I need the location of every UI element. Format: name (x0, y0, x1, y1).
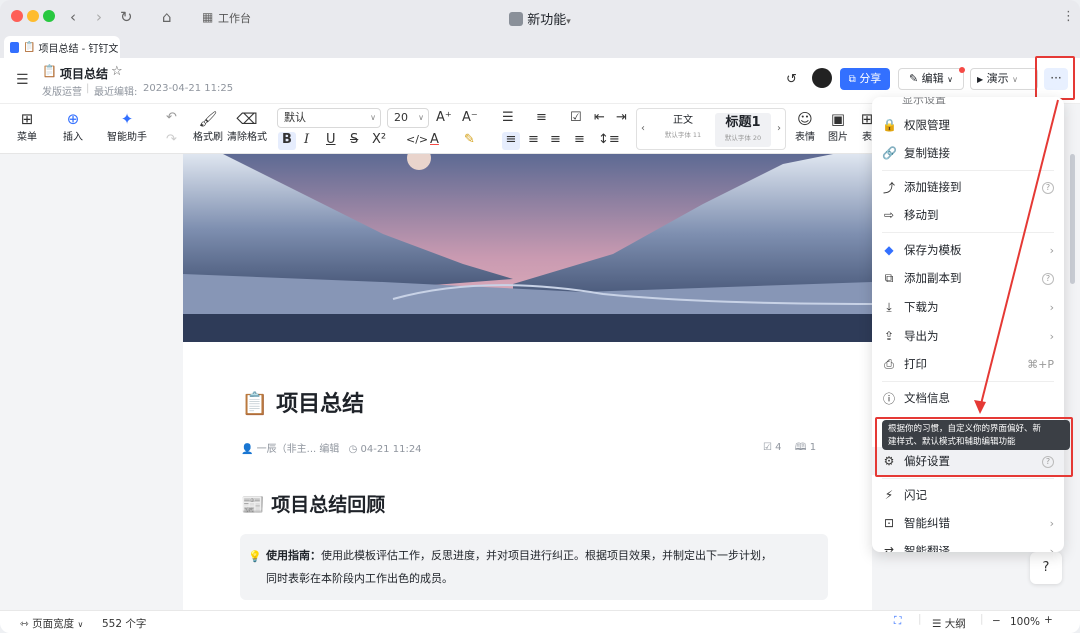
outline-button[interactable]: ☰ 大纲 (932, 616, 966, 631)
width-icon: ⇿ (20, 618, 29, 630)
outline-icon: ☰ (932, 618, 942, 630)
word-count: 552 个字 (102, 618, 147, 630)
page-width-label: 页面宽度 (32, 618, 75, 630)
outline-label: 大纲 (944, 618, 966, 630)
zoom-in-icon[interactable]: + (1044, 614, 1053, 626)
page-width-button[interactable]: ⇿ 页面宽度 ∨ (20, 616, 83, 631)
status-bar: ⇿ 页面宽度 ∨ 552 个字 ⛶ | ☰ 大纲 | − 100% + (0, 610, 1080, 633)
network-icon[interactable]: ⛶ (894, 615, 901, 628)
annotation-arrow (974, 99, 1059, 414)
zoom-out-icon[interactable]: − (992, 615, 1001, 627)
divider: | (980, 613, 984, 625)
zoom-level[interactable]: 100% (1010, 616, 1040, 628)
chevron-down-icon: ∨ (77, 620, 84, 629)
app-window: ‹ › ↻ ⌂ ▦ 工作台 新功能▾ ⋮ 📋 项目总结 - 钉钉文 ☰ 📋 项目… (0, 0, 1080, 633)
divider: | (918, 613, 922, 625)
